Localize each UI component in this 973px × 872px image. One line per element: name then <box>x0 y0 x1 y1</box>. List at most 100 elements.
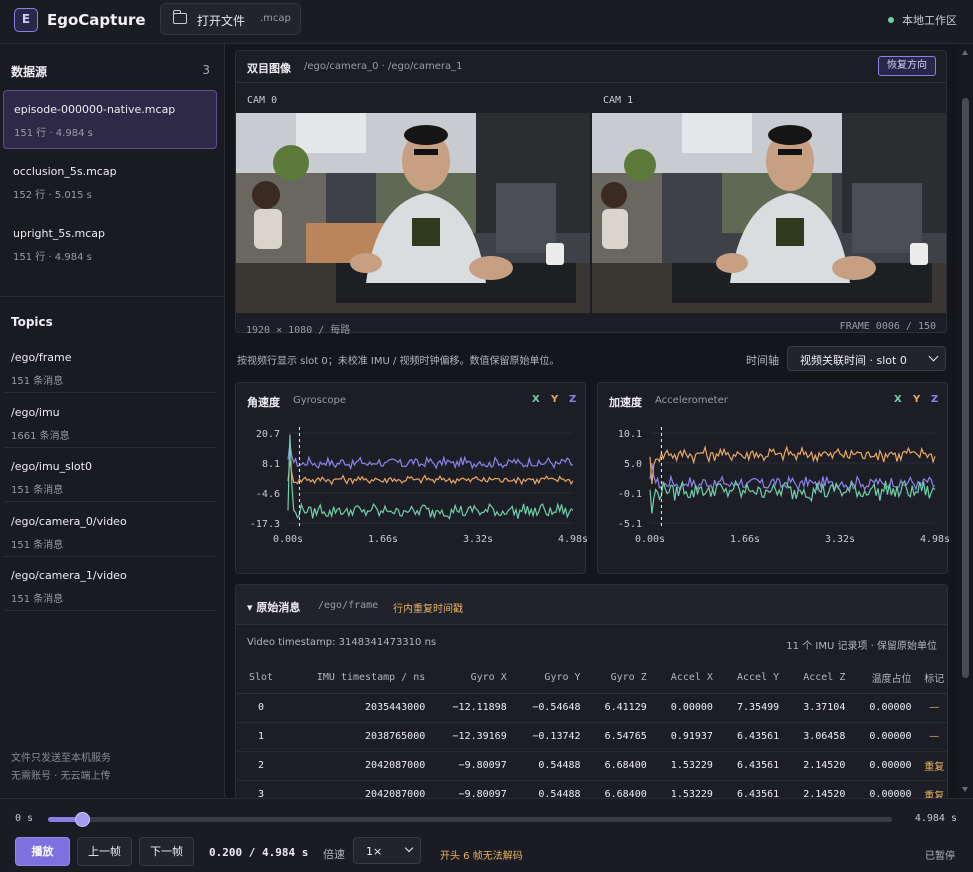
source-name: upright_5s.mcap <box>13 227 106 240</box>
y-tick-label: 5.0 <box>624 459 642 470</box>
series-line-z <box>649 479 936 514</box>
topic-name: /ego/camera_1/video <box>11 569 127 582</box>
y-tick-label: 10.1 <box>618 429 642 440</box>
stereo-camera-panel: 双目图像 /ego/camera_0 · /ego/camera_1 恢复方向 … <box>235 50 947 336</box>
restore-orientation-button[interactable]: 恢复方向 <box>878 56 936 76</box>
source-meta: 151 行 · 4.984 s <box>14 128 93 139</box>
sources-title: 数据源 <box>11 65 48 79</box>
cam1-image <box>592 113 946 313</box>
topic-item-camera1[interactable]: /ego/camera_1/video 151 条消息 <box>3 557 217 611</box>
chart-title: 角速度 <box>247 396 280 409</box>
topics-title: Topics <box>11 315 53 329</box>
playback-bar: 0 s 4.984 s 播放 上一帧 下一帧 0.200 / 4.984 s 倍… <box>0 798 973 872</box>
source-name: occlusion_5s.mcap <box>13 165 117 178</box>
topic-item-camera0[interactable]: /ego/camera_0/video 151 条消息 <box>3 503 217 557</box>
legend-z: Z <box>931 394 939 405</box>
x-tick-label: 4.98s <box>558 534 587 545</box>
table-cell: 0.54488 <box>516 780 591 798</box>
x-tick-label: 4.98s <box>920 534 949 545</box>
table-cell: 0.91937 <box>656 722 723 752</box>
y-tick-label: -17.3 <box>250 519 280 530</box>
app-title: EgoCapture <box>47 11 146 29</box>
camera-panel-title: 双目图像 <box>247 62 291 75</box>
table-cell: 0.00000 <box>855 693 922 723</box>
series-line-z <box>287 434 574 520</box>
table-row[interactable]: 3 2042087000 −9.80097 0.54488 6.68400 1.53229… <box>237 780 947 798</box>
prev-frame-button[interactable]: 上一帧 <box>77 837 132 866</box>
accel-chart: 10.1 5.0 -0.1 -5.1 0.00s 1.66s 3.32s 4.98s <box>618 427 949 545</box>
top-bar: E EgoCapture 打开文件 .mcap 本地工作区 <box>0 0 973 44</box>
chart-title: 加速度 <box>609 396 642 409</box>
table-cell: 3.06458 <box>789 722 856 752</box>
frame-counter: FRAME 0006 / 150 <box>839 321 936 332</box>
raw-messages-panel: ▾ 原始消息 /ego/frame 行内重复时间戳 Video timestam… <box>235 584 948 798</box>
main-scrollbar[interactable] <box>958 44 973 798</box>
scroll-up-icon[interactable] <box>962 50 968 55</box>
file-extension-hint: .mcap <box>260 13 291 24</box>
current-time: 0.200 / 4.984 s <box>209 846 309 859</box>
sidebar-divider <box>0 296 224 297</box>
app-logo: E <box>14 8 38 32</box>
imu-table: Slot IMU timestamp / ns Gyro X Gyro Y Gy… <box>237 663 947 798</box>
time-axis-value: 视频关联时间 · slot 0 <box>800 354 907 367</box>
scroll-thumb[interactable] <box>962 98 969 678</box>
table-cell: 6.43561 <box>722 780 790 798</box>
source-item-upright[interactable]: upright_5s.mcap 151 行 · 4.984 s <box>3 215 217 274</box>
table-header-row: Slot IMU timestamp / ns Gyro X Gyro Y Gy… <box>237 663 947 694</box>
time-axis-label: 时间轴 <box>746 354 779 367</box>
chart-subtitle: Gyroscope <box>293 395 347 406</box>
source-item-occlusion[interactable]: occlusion_5s.mcap 152 行 · 5.015 s <box>3 153 217 212</box>
x-tick-label: 0.00s <box>273 534 303 545</box>
table-cell: 2.14520 <box>789 751 856 781</box>
timeline-end: 4.984 s <box>914 813 957 824</box>
y-tick-label: 20.7 <box>256 429 280 440</box>
table-cell: 6.54765 <box>590 722 657 752</box>
col-flag: 标记 <box>921 663 947 694</box>
table-cell: — <box>921 693 947 723</box>
table-cell: 0.00000 <box>855 722 922 752</box>
table-cell: 1.53229 <box>656 751 723 781</box>
topic-item-frame[interactable]: /ego/frame 151 条消息 <box>3 339 217 393</box>
table-cell: −9.80097 <box>435 751 517 781</box>
scroll-down-icon[interactable] <box>962 787 968 792</box>
table-cell: 6.41129 <box>590 693 657 723</box>
table-cell: 0 <box>237 693 285 723</box>
topic-item-imu-slot0[interactable]: /ego/imu_slot0 151 条消息 <box>3 448 217 502</box>
y-tick-label: -4.6 <box>256 489 280 500</box>
table-row[interactable]: 1 2038765000 −12.39169 −0.13742 6.54765 0.919… <box>237 722 947 752</box>
workspace-status: 本地工作区 <box>888 12 957 28</box>
table-cell: 3.37104 <box>789 693 856 723</box>
topic-item-imu[interactable]: /ego/imu 1661 条消息 <box>3 394 217 448</box>
table-cell: 0.54488 <box>516 751 591 781</box>
table-cell: −12.11898 <box>435 693 517 723</box>
main-content: 双目图像 /ego/camera_0 · /ego/camera_1 恢复方向 … <box>225 44 973 798</box>
open-file-label: 打开文件 <box>197 14 246 28</box>
source-item-episode[interactable]: episode-000000-native.mcap 151 行 · 4.984… <box>3 90 217 149</box>
col-imu-timestamp: IMU timestamp / ns <box>285 663 436 694</box>
table-cell: −0.54648 <box>516 693 591 723</box>
accel-chart-panel: 加速度 Accelerometer X Y Z 10.1 5.0 -0.1 -5.1 0… <box>597 382 949 574</box>
table-cell: 6.43561 <box>722 751 790 781</box>
topic-meta: 151 条消息 <box>11 376 64 387</box>
timeline-handle[interactable] <box>74 812 90 827</box>
table-row[interactable]: 0 2035443000 −12.11898 −0.54648 6.41129 0.000… <box>237 693 947 723</box>
gyro-chart-panel: 角速度 Gyroscope X Y Z 20.7 8.1 -4.6 -17.3 0.00… <box>235 382 587 574</box>
cam1-label: CAM 1 <box>603 95 634 106</box>
cam0-image <box>236 113 590 313</box>
next-frame-button[interactable]: 下一帧 <box>139 837 194 866</box>
topic-name: /ego/camera_0/video <box>11 515 127 528</box>
topic-name: /ego/imu_slot0 <box>11 460 92 473</box>
timeline-slider[interactable] <box>48 812 892 827</box>
imu-record-info: 11 个 IMU 记录项 · 保留原始单位 <box>786 641 937 652</box>
open-file-button[interactable]: 打开文件 .mcap <box>160 3 301 35</box>
speed-select[interactable]: 1× <box>353 837 421 864</box>
raw-messages-toggle[interactable]: ▾ 原始消息 <box>247 599 300 615</box>
play-button[interactable]: 播放 <box>15 837 70 866</box>
table-row[interactable]: 2 2042087000 −9.80097 0.54488 6.68400 1.53229… <box>237 751 947 781</box>
table-cell: 重复 <box>921 780 947 798</box>
table-cell: 6.68400 <box>590 751 657 781</box>
time-axis-select[interactable]: 视频关联时间 · slot 0 <box>787 346 946 371</box>
x-tick-label: 3.32s <box>825 534 855 545</box>
camera-resolution: 1920 × 1080 / 每路 <box>246 325 351 336</box>
workspace-label: 本地工作区 <box>902 14 957 27</box>
